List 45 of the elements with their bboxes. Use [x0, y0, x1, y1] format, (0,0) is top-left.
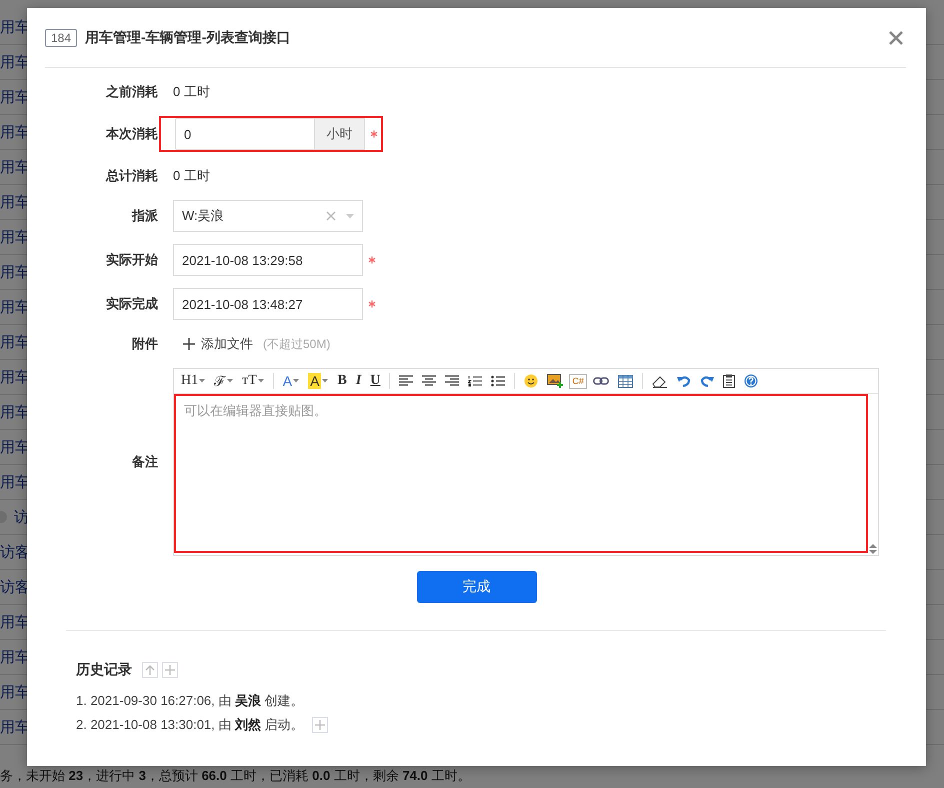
field-label: 本次消耗: [104, 125, 158, 143]
italic-button[interactable]: I: [352, 371, 364, 391]
field-label: 之前消耗: [104, 83, 158, 101]
field-label: 附件: [131, 335, 158, 353]
caret-icon: [227, 379, 234, 383]
field-label: 总计消耗: [104, 167, 158, 185]
complete-button[interactable]: 完成: [416, 571, 536, 603]
task-name[interactable]: 访: [14, 508, 29, 526]
task-summary: 务，未开始 23，进行中 3，总预计 66.0 工时，已消耗 0.0 工时，剩余 74.0 工时。: [0, 767, 472, 785]
field-value: 0 工时: [173, 167, 210, 185]
underline-button[interactable]: U: [367, 371, 384, 391]
highlight-color-button[interactable]: A: [305, 371, 332, 391]
editor-placeholder: 可以在编辑器直接贴图。: [184, 403, 327, 418]
dialog-title: 用车管理-车辆管理-列表查询接口: [85, 28, 292, 46]
font-color-button[interactable]: A: [280, 371, 302, 391]
caret-icon: [258, 379, 264, 383]
close-icon[interactable]: [889, 30, 903, 44]
datetime-input[interactable]: 2021-10-08 13:48:27: [173, 288, 363, 320]
bold-button[interactable]: B: [334, 371, 350, 391]
toolbar-dropdown[interactable]: H1: [178, 371, 208, 391]
unit-addon: 小时: [315, 118, 365, 150]
history-entry: 1. 2021-09-30 16:27:06, 由 吴浪 创建。: [76, 692, 304, 710]
history-title: 历史记录: [76, 661, 132, 679]
field-value: 0 工时: [173, 83, 210, 101]
add-file-button[interactable]: 添加文件: [173, 335, 253, 353]
plus-icon: [183, 338, 195, 350]
resize-arrows-icon[interactable]: [869, 544, 877, 554]
caret-icon: [346, 214, 354, 218]
caret-icon: [322, 379, 328, 383]
field-label: 指派: [130, 207, 158, 225]
toolbar-dropdown[interactable]: тT: [239, 371, 267, 391]
assignee-select[interactable]: W:吴浪: [173, 200, 363, 232]
field-label: 实际完成: [105, 295, 158, 313]
caret-icon: [199, 379, 206, 383]
datetime-input[interactable]: 2021-10-08 13:29:58: [173, 244, 363, 276]
code-button[interactable]: C#: [569, 374, 587, 388]
hours-input[interactable]: 0: [175, 118, 315, 150]
task-id: 184: [45, 28, 78, 46]
history-entry: 2. 2021-10-08 13:30:01, 由 刘然 启动。: [76, 716, 304, 734]
editor-area[interactable]: 可以在编辑器直接贴图。: [174, 394, 868, 553]
toolbar-dropdown[interactable]: ℱ: [211, 371, 236, 391]
field-label: 实际开始: [105, 251, 158, 269]
size-hint: (不超过50M): [263, 336, 330, 352]
field-label: 备注: [130, 453, 158, 471]
caret-icon: [293, 379, 300, 383]
